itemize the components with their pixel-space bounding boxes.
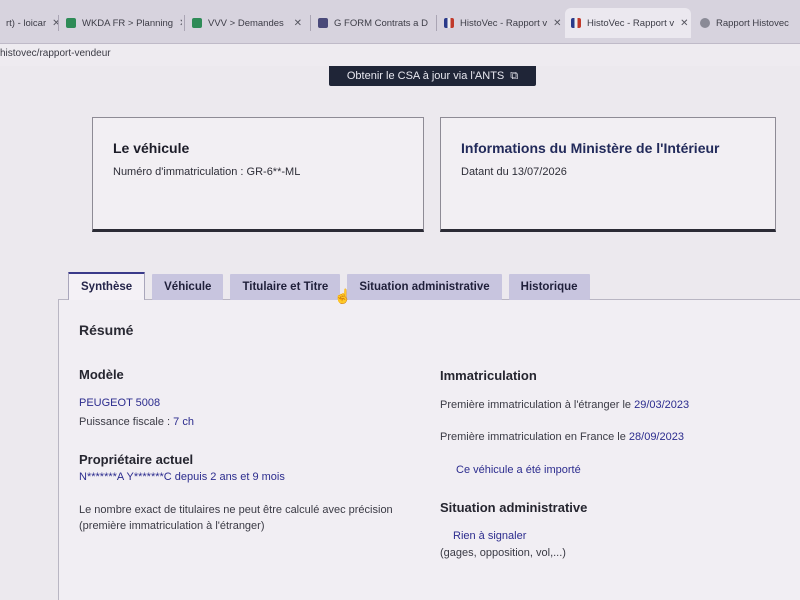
- tab-separator: [436, 15, 437, 31]
- tab-separator: [310, 15, 311, 31]
- browser-tab-5[interactable]: HistoVec - Rapport v ✕: [438, 12, 562, 34]
- sheet-icon: [66, 18, 76, 28]
- owner-heading: Propriétaire actuel: [79, 452, 194, 467]
- browser-tab-2[interactable]: WKDA FR > Planning ✕: [60, 12, 182, 34]
- foreign-registration-date: 29/03/2023: [634, 399, 690, 411]
- tab-historique[interactable]: Historique: [508, 274, 590, 300]
- fiscal-power-value: 7 ch: [173, 416, 194, 428]
- model-name: PEUGEOT 5008: [79, 397, 161, 409]
- browser-tab-strip: rt) - loicar ✕ WKDA FR > Planning ✕ VVV …: [0, 0, 800, 44]
- browser-tab-title: WKDA FR > Planning: [82, 17, 174, 29]
- admin-status: Rien à signaler: [453, 530, 527, 542]
- flag-icon: [444, 18, 454, 28]
- browser-tab-4[interactable]: G FORM Contrats a D ✕: [312, 12, 434, 34]
- browser-tab-title: rt) - loicar: [6, 17, 47, 29]
- close-icon[interactable]: ✕: [547, 18, 561, 29]
- browser-tab-title: VVV > Demandes: [208, 17, 284, 29]
- tab-situation-administrative[interactable]: Situation administrative: [347, 274, 502, 300]
- browser-tab-6-active[interactable]: HistoVec - Rapport v ✕: [565, 8, 691, 38]
- owner-since: depuis 2 ans et 9 mois: [171, 471, 285, 483]
- mouse-pointer-icon: ☝: [334, 288, 352, 304]
- form-icon: [318, 18, 328, 28]
- admin-status-detail: (gages, opposition, vol,...): [440, 547, 566, 559]
- close-icon[interactable]: ✕: [46, 18, 58, 29]
- address-bar[interactable]: histovec/rapport-vendeur: [0, 44, 800, 66]
- browser-tab-1[interactable]: rt) - loicar ✕: [0, 12, 58, 34]
- close-icon[interactable]: ✕: [674, 18, 688, 29]
- page-content: Obtenir le CSA à jour via l'ANTS ⧉ Le vé…: [0, 66, 800, 600]
- owner-note-1: Le nombre exact de titulaires ne peut êt…: [79, 504, 393, 516]
- get-csa-button[interactable]: Obtenir le CSA à jour via l'ANTS ⧉: [329, 66, 536, 86]
- close-icon[interactable]: ✕: [173, 18, 182, 29]
- vehicle-card: Le véhicule Numéro d'immatriculation : G…: [92, 117, 424, 232]
- browser-tab-title: HistoVec - Rapport v: [460, 17, 548, 29]
- ministry-card-title: Informations du Ministère de l'Intérieur: [461, 140, 720, 156]
- tab-vehicule[interactable]: Véhicule: [152, 274, 224, 300]
- browser-tab-3[interactable]: VVV > Demandes ✕: [186, 12, 308, 34]
- owner-name: N*******A Y*******C: [79, 471, 172, 483]
- admin-status-heading: Situation administrative: [440, 500, 588, 515]
- france-registration: Première immatriculation en France le 28…: [440, 431, 684, 443]
- report-tabs: Synthèse Véhicule Titulaire et Titre Sit…: [68, 272, 597, 300]
- browser-tab-title: Rapport Histovec: [716, 17, 789, 29]
- owner-line: N*******A Y*******C depuis 2 ans et 9 mo…: [79, 471, 285, 483]
- france-registration-label: Première immatriculation en France le: [440, 431, 629, 443]
- globe-icon: [700, 18, 710, 28]
- csa-button-label: Obtenir le CSA à jour via l'ANTS: [346, 70, 505, 82]
- tab-titulaire-titre[interactable]: Titulaire et Titre: [230, 274, 341, 300]
- france-registration-date: 28/09/2023: [628, 431, 684, 443]
- foreign-registration: Première immatriculation à l'étranger le…: [440, 399, 689, 411]
- vehicle-card-title: Le véhicule: [113, 140, 190, 156]
- foreign-registration-label: Première immatriculation à l'étranger le: [440, 399, 635, 411]
- sheet-icon: [192, 18, 202, 28]
- close-icon[interactable]: ✕: [288, 18, 302, 29]
- summary-heading: Résumé: [79, 322, 134, 338]
- url-text: histovec/rapport-vendeur: [0, 48, 111, 59]
- tab-separator: [58, 15, 59, 31]
- plate-number: Numéro d'immatriculation : GR-6**-ML: [113, 166, 301, 178]
- browser-tab-title: G FORM Contrats a D: [334, 17, 428, 29]
- browser-tab-7[interactable]: Rapport Histovec: [694, 12, 800, 34]
- browser-tab-title: HistoVec - Rapport v: [587, 17, 675, 29]
- flag-icon: [571, 18, 581, 28]
- close-icon[interactable]: ✕: [428, 18, 435, 29]
- fiscal-power: Puissance fiscale : 7 ch: [79, 416, 194, 428]
- model-heading: Modèle: [79, 367, 124, 382]
- fiscal-power-label: Puissance fiscale :: [79, 416, 174, 428]
- ministry-card: Informations du Ministère de l'Intérieur…: [440, 117, 776, 232]
- imported-notice: Ce véhicule a été importé: [456, 464, 581, 476]
- ministry-date: Datant du 13/07/2026: [461, 166, 567, 178]
- tab-separator: [184, 15, 185, 31]
- owner-note-2: (première immatriculation à l'étranger): [79, 520, 265, 532]
- registration-heading: Immatriculation: [440, 368, 537, 383]
- tab-synthese[interactable]: Synthèse: [68, 272, 146, 300]
- external-link-icon: ⧉: [510, 69, 519, 82]
- tab-panel: [58, 299, 800, 600]
